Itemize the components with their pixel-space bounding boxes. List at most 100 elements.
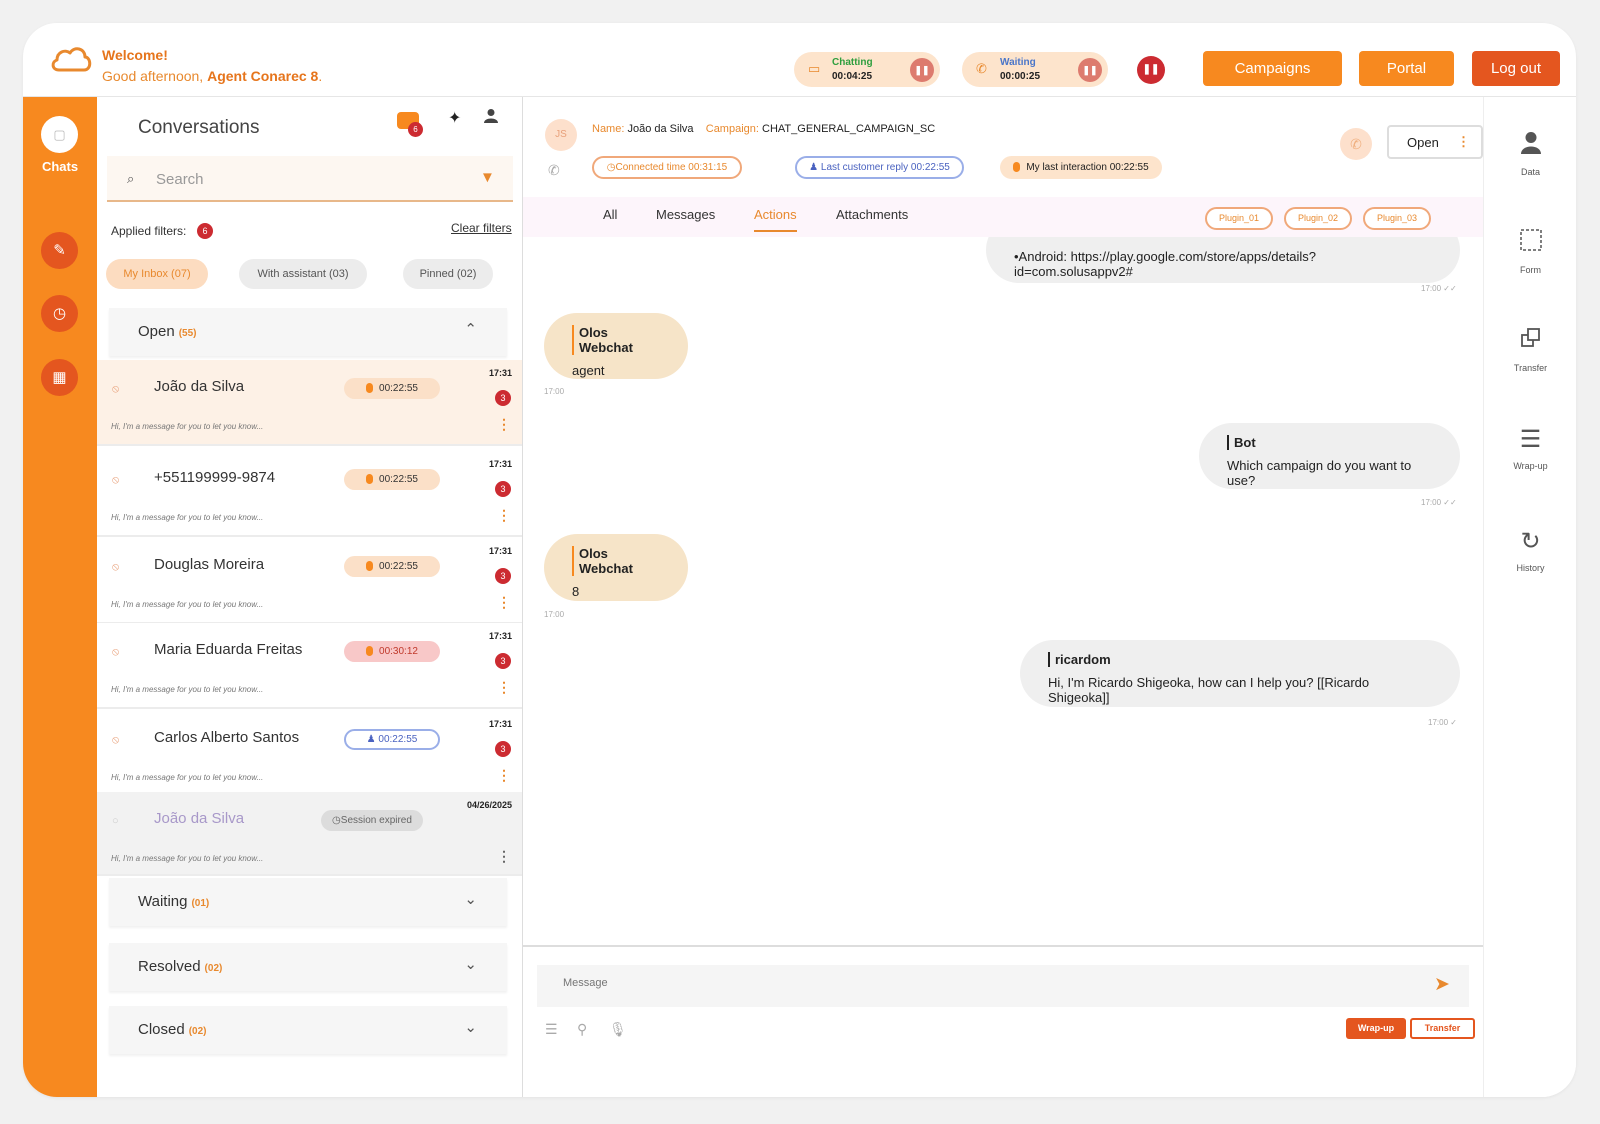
unread-badge: 3 [495, 481, 511, 497]
list-icon: ☰ [1519, 426, 1542, 453]
attach-icon[interactable]: ⚲ [577, 1021, 587, 1038]
rail-item-form[interactable]: Form [1484, 229, 1576, 275]
wrap-up-button[interactable]: Wrap-up [1346, 1018, 1406, 1039]
plugin-02-button[interactable]: Plugin_02 [1284, 207, 1352, 230]
clock-small-icon: ◷ [332, 815, 341, 826]
filter-icon[interactable]: ▼ [480, 169, 495, 186]
send-icon[interactable]: ➤ [1434, 973, 1450, 996]
conversation-row[interactable]: ⦸ Maria Eduarda Freitas 00:30:12 17:31 3… [97, 623, 522, 709]
blocked-icon: ⦸ [112, 734, 120, 746]
rail-item-transfer[interactable]: Transfer [1484, 327, 1576, 373]
message-preview: Hi, I'm a message for you to let you kno… [111, 422, 264, 431]
section-name: Waiting [138, 893, 188, 910]
calendar-icon[interactable]: ▦ [41, 359, 78, 396]
status-open-button[interactable]: Open ⋮ [1387, 125, 1483, 159]
phone-icon[interactable]: ✆ [548, 162, 560, 179]
more-options-icon[interactable]: ⋮ [497, 679, 511, 696]
app-window: Welcome! Good afternoon, Agent Conarec 8… [23, 23, 1576, 1097]
pause-chatting-icon[interactable]: ❚❚ [910, 58, 934, 82]
message-time: 17:00 ✓ [1428, 718, 1457, 727]
more-options-icon[interactable]: ⋮ [497, 594, 511, 611]
waiting-label: Waiting [1000, 57, 1036, 68]
conversation-row[interactable]: ⦸ +551199999-9874 00:22:55 17:31 3 Hi, I… [97, 451, 522, 537]
blocked-icon: ⦸ [112, 474, 120, 486]
rail-item-data[interactable]: Data [1484, 131, 1576, 177]
message-input[interactable] [563, 977, 1363, 989]
status-chatting[interactable]: ▭ Chatting 00:04:25 ❚❚ [794, 52, 940, 87]
chip-with-assistant[interactable]: With assistant (03) [239, 259, 367, 289]
user-icon[interactable] [483, 108, 499, 129]
transfer-button[interactable]: Transfer [1410, 1018, 1475, 1039]
blocked-icon: ⦸ [112, 646, 120, 658]
chip-pinned[interactable]: Pinned (02) [403, 259, 493, 289]
tab-messages[interactable]: Messages [656, 207, 715, 222]
row-time: 17:31 [488, 546, 512, 556]
chats-nav-icon[interactable]: ▢ [41, 116, 78, 153]
section-closed-label: Closed (02) [138, 1021, 207, 1038]
menu-icon[interactable]: ☰ [545, 1021, 558, 1038]
section-open[interactable]: Open (55) ⌃ [109, 308, 507, 356]
section-resolved[interactable]: Resolved (02) ⌄ [109, 943, 507, 991]
clear-filters-link[interactable]: Clear filters [451, 221, 512, 235]
rail-item-label: Wrap-up [1513, 461, 1548, 471]
pause-waiting-icon[interactable]: ❚❚ [1078, 58, 1102, 82]
plugin-03-button[interactable]: Plugin_03 [1363, 207, 1431, 230]
search-input[interactable] [156, 167, 456, 191]
more-options-icon[interactable]: ⋮ [497, 507, 511, 524]
tab-actions[interactable]: Actions [754, 207, 797, 232]
plugin-01-button[interactable]: Plugin_01 [1205, 207, 1273, 230]
chevron-up-icon[interactable]: ⌃ [464, 320, 477, 338]
more-options-icon[interactable]: ⋮ [497, 416, 511, 433]
chats-nav-label[interactable]: Chats [23, 159, 97, 174]
conversation-row[interactable]: ⦸ João da Silva 00:22:55 17:31 3 Hi, I'm… [97, 360, 522, 446]
microphone-icon[interactable]: 🎙 [609, 1021, 627, 1038]
portal-button[interactable]: Portal [1359, 51, 1454, 86]
message-preview: Hi, I'm a message for you to let you kno… [111, 854, 264, 863]
campaign-label: Campaign: [705, 123, 759, 135]
timer-pill: 00:22:55 [344, 556, 440, 577]
global-pause-button[interactable]: ❚❚ [1137, 56, 1165, 84]
contact-info: Name: João da Silva Campaign: CHAT_GENER… [592, 123, 935, 135]
conversation-row[interactable]: ⦸ Douglas Moreira 00:22:55 17:31 3 Hi, I… [97, 538, 522, 624]
right-rail: Data Form Transfer ☰ Wrap-up ↻ History [1483, 97, 1576, 1097]
more-options-icon[interactable]: ⋮ [497, 848, 511, 865]
chevron-down-icon[interactable]: ⌄ [464, 890, 477, 908]
open-label: Open [1407, 135, 1439, 150]
last-customer-reply-pill: ♟ Last customer reply 00:22:55 [795, 156, 964, 179]
chatting-label: Chatting [832, 57, 873, 68]
clock-icon[interactable]: ◷ [41, 295, 78, 332]
message-preview: Hi, I'm a message for you to let you kno… [111, 773, 264, 782]
connected-time-pill: ◷Connected time 00:31:15 [592, 156, 742, 179]
campaigns-button[interactable]: Campaigns [1203, 51, 1342, 86]
rail-item-wrap-up[interactable]: ☰ Wrap-up [1484, 425, 1576, 471]
chevron-down-icon[interactable]: ⌄ [464, 955, 477, 973]
tab-all[interactable]: All [603, 207, 617, 222]
rail-item-history[interactable]: ↻ History [1484, 527, 1576, 573]
status-waiting[interactable]: ✆ Waiting 00:00:25 ❚❚ [962, 52, 1108, 87]
timer-dot-icon [366, 383, 374, 394]
sparkle-icon[interactable]: ✦ [448, 108, 461, 128]
chip-my-inbox[interactable]: My Inbox (07) [106, 259, 208, 289]
row-time: 17:31 [488, 631, 512, 641]
section-waiting[interactable]: Waiting (01) ⌄ [109, 878, 507, 926]
edit-icon[interactable]: ✎ [41, 232, 78, 269]
message-sender: Bot [1234, 435, 1256, 450]
kebab-icon[interactable]: ⋮ [1457, 134, 1470, 150]
chevron-down-icon[interactable]: ⌄ [464, 1018, 477, 1036]
message-bubble-outgoing: Bot Which campaign do you want to use? [1199, 423, 1460, 489]
message-text: 8 [572, 584, 580, 599]
message-sender: Olos Webchat [579, 546, 633, 576]
more-options-icon[interactable]: ⋮ [497, 767, 511, 784]
section-closed[interactable]: Closed (02) ⌄ [109, 1006, 507, 1054]
timer-value: 00:30:12 [379, 646, 418, 657]
conversation-row[interactable]: ⦸ Carlos Alberto Santos ♟ 00:22:55 17:31… [97, 711, 522, 797]
logout-button[interactable]: Log out [1472, 51, 1560, 86]
tab-attachments[interactable]: Attachments [836, 207, 908, 222]
rail-item-label: Form [1520, 265, 1541, 275]
unread-badge: 3 [495, 390, 511, 406]
last-interaction-text: My last interaction 00:22:55 [1026, 162, 1149, 173]
conversation-row[interactable]: ○ João da Silva ◷Session expired 04/26/2… [97, 792, 522, 876]
message-text: Hi, I'm Ricardo Shigeoka, how can I help… [1048, 675, 1370, 705]
call-icon[interactable]: ✆ [1340, 128, 1372, 160]
waiting-timer: 00:00:25 [1000, 71, 1041, 82]
